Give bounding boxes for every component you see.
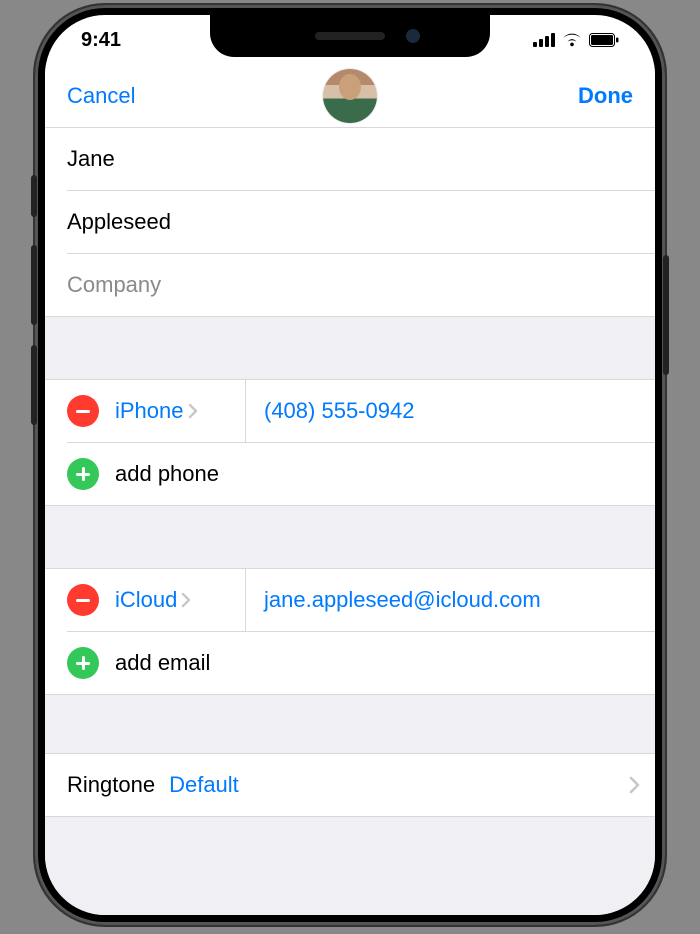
chevron-right-icon	[629, 776, 641, 794]
section-gap	[45, 817, 655, 915]
contact-avatar[interactable]	[323, 69, 377, 123]
company-input[interactable]	[67, 272, 633, 298]
phone-type-label: iPhone	[115, 398, 184, 424]
chevron-right-icon	[188, 403, 198, 419]
email-type-selector[interactable]: iCloud	[115, 569, 245, 631]
section-gap	[45, 506, 655, 568]
ringtone-value: Default	[169, 772, 629, 798]
ringtone-row[interactable]: Ringtone Default	[45, 754, 655, 816]
last-name-input[interactable]	[67, 209, 633, 235]
cellular-signal-icon	[533, 33, 555, 47]
side-button-volume-up	[31, 245, 37, 325]
status-time: 9:41	[81, 29, 121, 52]
battery-icon	[589, 33, 619, 47]
last-name-field[interactable]	[45, 191, 655, 253]
done-button[interactable]: Done	[578, 83, 633, 109]
nav-bar: Cancel Done	[45, 65, 655, 127]
first-name-input[interactable]	[67, 146, 633, 172]
add-email-row[interactable]: add email	[45, 632, 655, 694]
side-button-power	[663, 255, 669, 375]
remove-phone-button[interactable]	[67, 395, 99, 427]
side-button-silent	[31, 175, 37, 217]
cancel-button[interactable]: Cancel	[67, 83, 135, 109]
notch	[210, 15, 490, 57]
email-type-label: iCloud	[115, 587, 177, 613]
add-phone-label: add phone	[115, 461, 219, 487]
phone-number-value[interactable]: (408) 555-0942	[246, 398, 655, 424]
add-email-label: add email	[115, 650, 210, 676]
add-phone-row[interactable]: add phone	[45, 443, 655, 505]
section-gap	[45, 695, 655, 753]
side-button-volume-down	[31, 345, 37, 425]
remove-email-button[interactable]	[67, 584, 99, 616]
section-gap	[45, 317, 655, 379]
front-camera	[406, 29, 420, 43]
first-name-field[interactable]	[45, 128, 655, 190]
add-email-button[interactable]	[67, 647, 99, 679]
email-address-value[interactable]: jane.appleseed@icloud.com	[246, 587, 655, 613]
wifi-icon	[562, 33, 582, 47]
speaker-grille	[315, 32, 385, 40]
email-entry-row[interactable]: iCloud jane.appleseed@icloud.com	[45, 569, 655, 631]
phone-entry-row[interactable]: iPhone (408) 555-0942	[45, 380, 655, 442]
screen: 9:41 Cancel Done	[45, 15, 655, 915]
add-phone-button[interactable]	[67, 458, 99, 490]
company-field[interactable]	[45, 254, 655, 316]
ringtone-label: Ringtone	[67, 772, 155, 798]
phone-device-frame: 9:41 Cancel Done	[35, 5, 665, 925]
status-right	[533, 33, 619, 47]
phone-type-selector[interactable]: iPhone	[115, 380, 245, 442]
chevron-right-icon	[181, 592, 191, 608]
